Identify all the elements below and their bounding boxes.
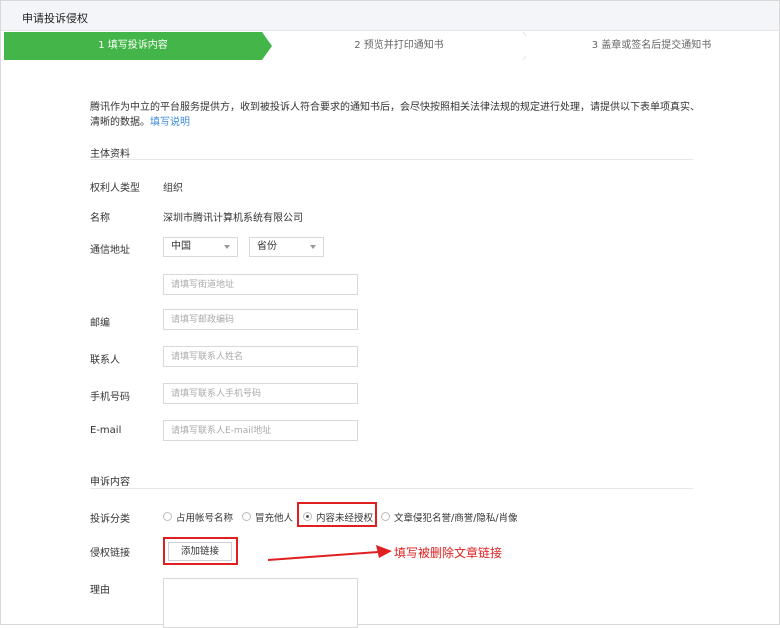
address-label: 通信地址 xyxy=(90,245,130,256)
step-fill-complaint: 1 填写投诉内容 xyxy=(4,32,262,60)
street-address-input[interactable] xyxy=(163,274,358,295)
category-label: 投诉分类 xyxy=(90,514,130,525)
phone-input[interactable] xyxy=(163,383,358,404)
section-divider xyxy=(90,159,693,160)
province-select-value: 省份 xyxy=(257,241,277,252)
chevron-down-icon xyxy=(310,245,316,249)
name-label: 名称 xyxy=(90,213,110,224)
postcode-input[interactable] xyxy=(163,309,358,330)
intro-text: 腾讯作为中立的平台服务提供方，收到被投诉人符合要求的通知书后，会尽快按照相关法律… xyxy=(90,100,700,130)
add-link-button[interactable]: 添加链接 xyxy=(168,542,232,561)
right-holder-type-label: 权利人类型 xyxy=(90,183,140,194)
step-progress: 1 填写投诉内容 2 预览并打印通知书 3 盖章或签名后提交通知书 xyxy=(4,32,777,60)
step-arrow-icon xyxy=(262,32,272,60)
email-label: E-mail xyxy=(90,425,122,436)
radio-icon xyxy=(242,512,251,521)
province-select[interactable]: 省份 xyxy=(249,237,324,257)
annotation-text: 填写被删除文章链接 xyxy=(394,546,503,560)
contact-name-input[interactable] xyxy=(163,346,358,367)
category-option-label: 冒充他人 xyxy=(255,513,294,524)
name-value: 深圳市腾讯计算机系统有限公司 xyxy=(163,213,303,224)
section-title-subject: 主体资料 xyxy=(90,149,130,160)
reason-label: 理由 xyxy=(90,585,110,596)
category-option-label: 占用帐号名称 xyxy=(176,513,234,524)
infringing-link-label: 侵权链接 xyxy=(90,548,130,559)
step-stamp-submit: 3 盖章或签名后提交通知书 xyxy=(526,32,777,60)
phone-label: 手机号码 xyxy=(90,392,130,403)
right-holder-type-value: 组织 xyxy=(163,183,183,194)
category-option-label: 文章侵犯名誉/商誉/隐私/肖像 xyxy=(394,513,518,524)
chevron-down-icon xyxy=(224,245,230,249)
country-select[interactable]: 中国 xyxy=(163,237,238,257)
section-divider xyxy=(90,488,693,489)
page-title: 申请投诉侵权 xyxy=(22,12,88,25)
postcode-label: 邮编 xyxy=(90,318,110,329)
section-title-complaint: 申诉内容 xyxy=(90,477,130,488)
highlight-box-category xyxy=(297,502,377,527)
page-header: 申请投诉侵权 xyxy=(1,1,779,31)
step-preview-print: 2 预览并打印通知书 xyxy=(272,32,526,60)
page-frame xyxy=(0,0,780,625)
reason-textarea[interactable] xyxy=(163,578,358,628)
radio-icon xyxy=(381,512,390,521)
contact-label: 联系人 xyxy=(90,355,120,366)
annotation-arrow-icon xyxy=(267,545,392,561)
country-select-value: 中国 xyxy=(171,241,191,252)
email-input[interactable] xyxy=(163,420,358,441)
fill-instructions-link[interactable]: 填写说明 xyxy=(150,117,190,128)
radio-icon xyxy=(163,512,172,521)
